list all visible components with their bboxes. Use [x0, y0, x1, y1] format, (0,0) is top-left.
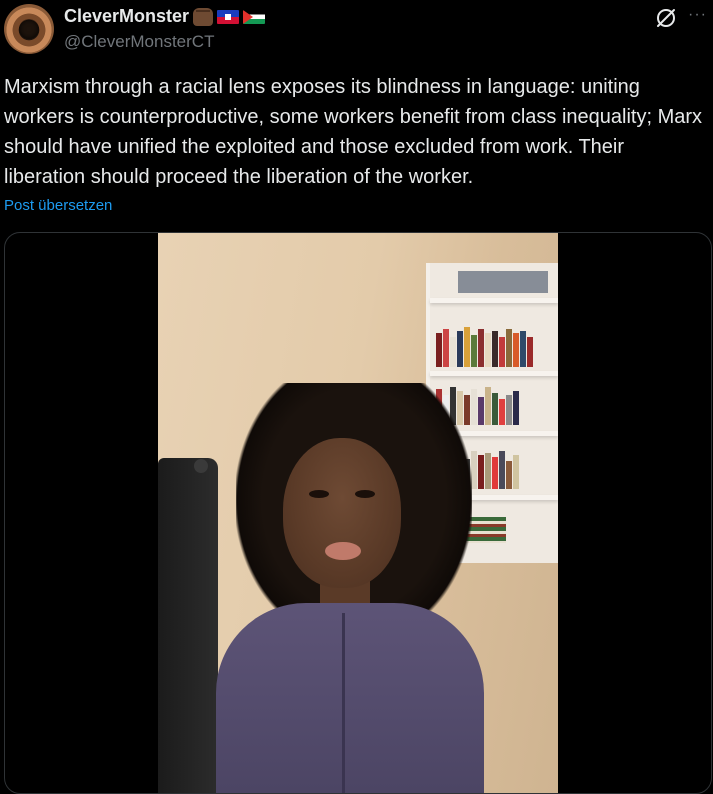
haiti-flag-icon: [217, 9, 240, 24]
avatar[interactable]: [4, 4, 54, 54]
author-display-name[interactable]: CleverMonster: [64, 6, 189, 27]
author-handle[interactable]: @CleverMonsterCT: [64, 32, 214, 52]
palestine-flag-icon: [243, 9, 266, 24]
grok-icon[interactable]: [654, 6, 678, 30]
chair-background: [158, 458, 218, 793]
more-icon[interactable]: ···: [688, 6, 707, 24]
speaker-face: [283, 438, 401, 588]
raised-fist-emoji-icon: [193, 7, 214, 26]
video-media[interactable]: [4, 232, 712, 794]
video-frame[interactable]: [158, 233, 558, 793]
author-name-row: CleverMonster: [64, 6, 266, 27]
speaker-torso: [216, 603, 484, 793]
post-text: Marxism through a racial lens exposes it…: [4, 76, 703, 188]
translate-post-link[interactable]: Post übersetzen: [4, 197, 112, 214]
